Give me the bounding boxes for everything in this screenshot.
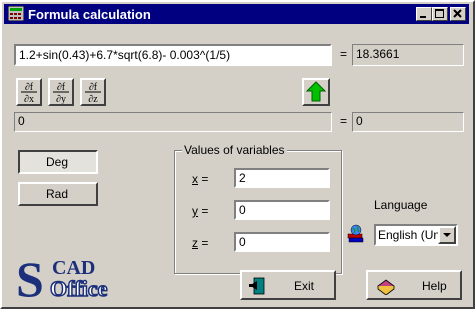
formula-input[interactable]: 1.2+sin(0.43)+6.7*sqrt(6.8)- 0.003^(1/5) bbox=[14, 44, 332, 66]
deriv-z-bottom: ∂z bbox=[88, 94, 98, 104]
minimize-icon bbox=[420, 16, 426, 18]
language-label: Language bbox=[374, 198, 428, 212]
help-button-label: Help bbox=[422, 279, 447, 293]
derivative-y-button[interactable]: ∂f ∂y bbox=[48, 78, 74, 106]
variable-z-label: z = bbox=[192, 236, 209, 250]
derivative-expression-text: 0 bbox=[18, 114, 25, 128]
calculator-app-icon bbox=[7, 5, 25, 22]
variable-z-value: 0 bbox=[239, 235, 246, 249]
variable-y-label: y = bbox=[192, 204, 209, 218]
window-title: Formula calculation bbox=[28, 7, 151, 22]
variable-x-input[interactable]: 2 bbox=[234, 168, 330, 188]
maximize-button[interactable] bbox=[432, 7, 448, 21]
formula-result-field: 18.3661 bbox=[352, 44, 464, 66]
green-up-arrow-icon bbox=[305, 81, 327, 102]
language-selected-value: English (Un bbox=[378, 228, 441, 242]
language-select[interactable]: English (Un bbox=[374, 224, 458, 246]
deriv-x-bottom: ∂x bbox=[24, 94, 34, 104]
exit-door-icon bbox=[248, 276, 268, 299]
partial-z-icon: ∂f ∂z bbox=[85, 82, 101, 104]
exit-button[interactable]: Exit bbox=[240, 270, 336, 300]
derivative-value-text: 0 bbox=[356, 114, 363, 128]
variable-y-value: 0 bbox=[239, 203, 246, 217]
deriv-y-top: ∂f bbox=[57, 82, 66, 93]
derivative-value-field: 0 bbox=[352, 112, 464, 132]
variable-x-label: x = bbox=[192, 172, 209, 186]
partial-x-icon: ∂f ∂x bbox=[21, 82, 37, 104]
variables-group-title: Values of variables bbox=[182, 143, 287, 157]
derivative-z-button[interactable]: ∂f ∂z bbox=[80, 78, 106, 106]
globe-books-icon bbox=[346, 224, 366, 247]
svg-text:Office: Office bbox=[50, 276, 108, 300]
derivative-x-button[interactable]: ∂f ∂x bbox=[16, 78, 42, 106]
formula-result-text: 18.3661 bbox=[356, 47, 400, 61]
close-button[interactable] bbox=[450, 7, 466, 21]
formula-calculation-window: Formula calculation 1.2+sin(0.43)+6.7*sq… bbox=[0, 0, 475, 309]
svg-text:S: S bbox=[16, 254, 44, 300]
deg-button[interactable]: Deg bbox=[18, 150, 98, 174]
deriv-x-top: ∂f bbox=[25, 82, 34, 93]
chevron-down-icon bbox=[443, 233, 451, 237]
derivative-expression-field: 0 bbox=[14, 112, 332, 132]
partial-y-icon: ∂f ∂y bbox=[53, 82, 69, 104]
minimize-button[interactable] bbox=[416, 7, 432, 21]
variable-y-input[interactable]: 0 bbox=[234, 200, 330, 220]
close-icon bbox=[453, 9, 462, 18]
help-button[interactable]: Help bbox=[366, 270, 462, 300]
variable-x-value: 2 bbox=[239, 171, 246, 185]
variable-z-input[interactable]: 0 bbox=[234, 232, 330, 252]
scad-office-logo: S CAD Office bbox=[14, 251, 154, 307]
deg-button-label: Deg bbox=[46, 155, 69, 169]
rad-button[interactable]: Rad bbox=[18, 182, 98, 206]
deriv-y-bottom: ∂y bbox=[56, 94, 66, 104]
move-up-button[interactable] bbox=[302, 78, 330, 106]
formula-equals-sign: = bbox=[340, 47, 348, 61]
formula-input-text: 1.2+sin(0.43)+6.7*sqrt(6.8)- 0.003^(1/5) bbox=[19, 48, 231, 62]
derivative-equals-sign: = bbox=[340, 114, 348, 128]
deriv-z-top: ∂f bbox=[89, 82, 98, 93]
exit-button-label: Exit bbox=[294, 279, 315, 293]
title-bar[interactable]: Formula calculation bbox=[4, 4, 469, 24]
help-book-icon bbox=[376, 277, 396, 298]
rad-button-label: Rad bbox=[46, 187, 69, 201]
maximize-icon bbox=[435, 9, 444, 18]
language-dropdown-button[interactable] bbox=[438, 226, 456, 244]
